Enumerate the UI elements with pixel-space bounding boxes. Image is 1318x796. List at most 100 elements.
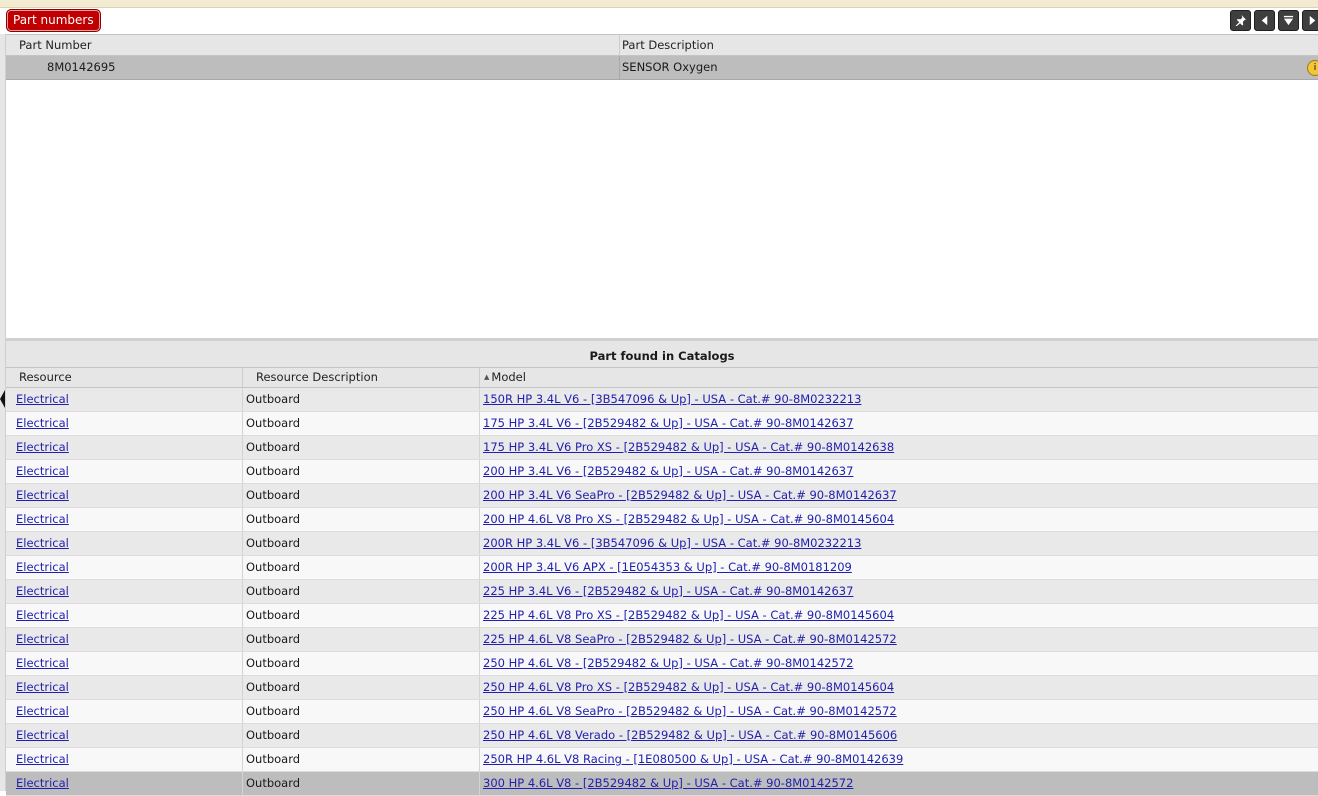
model-link[interactable]: 200R HP 3.4L V6 APX - [1E054353 & Up] - …: [483, 560, 852, 574]
model-cell: 225 HP 4.6L V8 SeaPro - [2B529482 & Up] …: [480, 628, 1318, 651]
col-resource[interactable]: Resource: [6, 368, 243, 387]
model-link[interactable]: 200 HP 3.4L V6 SeaPro - [2B529482 & Up] …: [483, 488, 897, 502]
model-link[interactable]: 300 HP 4.6L V8 - [2B529482 & Up] - USA -…: [483, 776, 853, 790]
table-row[interactable]: Electrical Outboard 250R HP 4.6L V8 Racing…: [6, 748, 1318, 772]
resource-link[interactable]: Electrical: [16, 560, 69, 574]
next-button[interactable]: [1302, 10, 1318, 31]
model-cell: 200 HP 4.6L V8 Pro XS - [2B529482 & Up] …: [480, 508, 1318, 531]
table-row[interactable]: Electrical Outboard 200R HP 3.4L V6 - [3B5…: [6, 532, 1318, 556]
table-row[interactable]: Electrical Outboard 250 HP 4.6L V8 SeaPro …: [6, 700, 1318, 724]
table-row[interactable]: Electrical Outboard 200 HP 4.6L V8 Pro XS …: [6, 508, 1318, 532]
model-link[interactable]: 200R HP 3.4L V6 - [3B547096 & Up] - USA …: [483, 536, 861, 550]
table-row[interactable]: Electrical Outboard 175 HP 3.4L V6 Pro XS …: [6, 436, 1318, 460]
resource-cell: Electrical: [6, 436, 243, 459]
resource-description-cell: Outboard: [243, 532, 480, 555]
resource-description-cell: Outboard: [243, 580, 480, 603]
resource-description-cell: Outboard: [243, 556, 480, 579]
model-cell: 250 HP 4.6L V8 Pro XS - [2B529482 & Up] …: [480, 676, 1318, 699]
resource-link[interactable]: Electrical: [16, 608, 69, 622]
table-row[interactable]: Electrical Outboard 150R HP 3.4L V6 - [3B5…: [6, 388, 1318, 412]
resource-cell: Electrical: [6, 772, 243, 795]
resource-link[interactable]: Electrical: [16, 392, 69, 406]
resource-description-cell: Outboard: [243, 604, 480, 627]
model-link[interactable]: 225 HP 4.6L V8 SeaPro - [2B529482 & Up] …: [483, 632, 897, 646]
part-row-selected[interactable]: 8M0142695 SENSOR Oxygen: [6, 56, 1318, 80]
col-model-label: Model: [491, 370, 526, 384]
parts-table-header: Part Number Part Description: [6, 34, 1318, 56]
table-row[interactable]: Electrical Outboard 200 HP 3.4L V6 SeaPro …: [6, 484, 1318, 508]
model-cell: 250 HP 4.6L V8 Verado - [2B529482 & Up] …: [480, 724, 1318, 747]
sort-asc-icon: ▲: [484, 373, 490, 381]
table-row[interactable]: Electrical Outboard 225 HP 4.6L V8 Pro XS …: [6, 604, 1318, 628]
col-model[interactable]: ▲ Model: [480, 368, 1318, 387]
resource-link[interactable]: Electrical: [16, 440, 69, 454]
model-cell: 250R HP 4.6L V8 Racing - [1E080500 & Up]…: [480, 748, 1318, 771]
pin-button[interactable]: [1230, 10, 1251, 31]
resource-description-cell: Outboard: [243, 772, 480, 795]
resource-cell: Electrical: [6, 628, 243, 651]
catalogs-rows: Electrical Outboard 150R HP 3.4L V6 - [3B5…: [6, 388, 1318, 796]
model-cell: 200 HP 3.4L V6 SeaPro - [2B529482 & Up] …: [480, 484, 1318, 507]
resource-description-cell: Outboard: [243, 628, 480, 651]
resource-link[interactable]: Electrical: [16, 704, 69, 718]
resource-cell: Electrical: [6, 412, 243, 435]
model-link[interactable]: 250 HP 4.6L V8 - [2B529482 & Up] - USA -…: [483, 656, 853, 670]
model-link[interactable]: 250 HP 4.6L V8 Pro XS - [2B529482 & Up] …: [483, 680, 894, 694]
model-link[interactable]: 200 HP 4.6L V8 Pro XS - [2B529482 & Up] …: [483, 512, 894, 526]
resource-link[interactable]: Electrical: [16, 680, 69, 694]
resource-description-cell: Outboard: [243, 700, 480, 723]
resource-link[interactable]: Electrical: [16, 512, 69, 526]
part-numbers-tab[interactable]: Part numbers: [6, 9, 101, 32]
model-link[interactable]: 150R HP 3.4L V6 - [3B547096 & Up] - USA …: [483, 392, 861, 406]
resource-link[interactable]: Electrical: [16, 536, 69, 550]
resource-link[interactable]: Electrical: [16, 752, 69, 766]
model-link[interactable]: 250 HP 4.6L V8 Verado - [2B529482 & Up] …: [483, 728, 897, 742]
model-link[interactable]: 200 HP 3.4L V6 - [2B529482 & Up] - USA -…: [483, 464, 853, 478]
part-number-cell: 8M0142695: [6, 56, 620, 79]
model-link[interactable]: 175 HP 3.4L V6 Pro XS - [2B529482 & Up] …: [483, 440, 894, 454]
table-row[interactable]: Electrical Outboard 175 HP 3.4L V6 - [2B52…: [6, 412, 1318, 436]
filter-button[interactable]: [1278, 10, 1299, 31]
resource-cell: Electrical: [6, 460, 243, 483]
resource-link[interactable]: Electrical: [16, 728, 69, 742]
info-icon[interactable]: i: [1307, 60, 1318, 76]
parts-table: Part Number Part Description 8M0142695 S…: [6, 34, 1318, 80]
model-cell: 175 HP 3.4L V6 Pro XS - [2B529482 & Up] …: [480, 436, 1318, 459]
col-resource-description[interactable]: Resource Description: [243, 368, 480, 387]
resource-link[interactable]: Electrical: [16, 416, 69, 430]
table-row[interactable]: Electrical Outboard 250 HP 4.6L V8 - [2B52…: [6, 652, 1318, 676]
table-row[interactable]: Electrical Outboard 250 HP 4.6L V8 Pro XS …: [6, 676, 1318, 700]
model-link[interactable]: 225 HP 4.6L V8 Pro XS - [2B529482 & Up] …: [483, 608, 894, 622]
table-row[interactable]: Electrical Outboard 200R HP 3.4L V6 APX - …: [6, 556, 1318, 580]
model-cell: 250 HP 4.6L V8 - [2B529482 & Up] - USA -…: [480, 652, 1318, 675]
resource-link[interactable]: Electrical: [16, 488, 69, 502]
resource-cell: Electrical: [6, 484, 243, 507]
resource-link[interactable]: Electrical: [16, 656, 69, 670]
col-part-number[interactable]: Part Number: [6, 35, 620, 55]
model-cell: 175 HP 3.4L V6 - [2B529482 & Up] - USA -…: [480, 412, 1318, 435]
previous-button[interactable]: [1254, 10, 1275, 31]
table-row[interactable]: Electrical Outboard 200 HP 3.4L V6 - [2B52…: [6, 460, 1318, 484]
table-row[interactable]: Electrical Outboard 250 HP 4.6L V8 Verado …: [6, 724, 1318, 748]
table-row[interactable]: Electrical Outboard 300 HP 4.6L V8 - [2B52…: [6, 772, 1318, 796]
resource-link[interactable]: Electrical: [16, 632, 69, 646]
table-row[interactable]: Electrical Outboard 225 HP 3.4L V6 - [2B52…: [6, 580, 1318, 604]
model-cell: 225 HP 3.4L V6 - [2B529482 & Up] - USA -…: [480, 580, 1318, 603]
table-row[interactable]: Electrical Outboard 225 HP 4.6L V8 SeaPro …: [6, 628, 1318, 652]
col-part-description[interactable]: Part Description: [620, 35, 1318, 55]
resource-cell: Electrical: [6, 724, 243, 747]
model-link[interactable]: 175 HP 3.4L V6 - [2B529482 & Up] - USA -…: [483, 416, 853, 430]
resource-link[interactable]: Electrical: [16, 584, 69, 598]
resource-description-cell: Outboard: [243, 724, 480, 747]
resource-cell: Electrical: [6, 556, 243, 579]
model-link[interactable]: 250R HP 4.6L V8 Racing - [1E080500 & Up]…: [483, 752, 903, 766]
resource-link[interactable]: Electrical: [16, 776, 69, 790]
resource-description-cell: Outboard: [243, 676, 480, 699]
model-link[interactable]: 250 HP 4.6L V8 SeaPro - [2B529482 & Up] …: [483, 704, 897, 718]
model-link[interactable]: 225 HP 3.4L V6 - [2B529482 & Up] - USA -…: [483, 584, 853, 598]
resource-cell: Electrical: [6, 604, 243, 627]
resource-link[interactable]: Electrical: [16, 464, 69, 478]
resource-description-cell: Outboard: [243, 484, 480, 507]
catalogs-title: Part found in Catalogs: [6, 338, 1318, 368]
model-cell: 300 HP 4.6L V8 - [2B529482 & Up] - USA -…: [480, 772, 1318, 795]
